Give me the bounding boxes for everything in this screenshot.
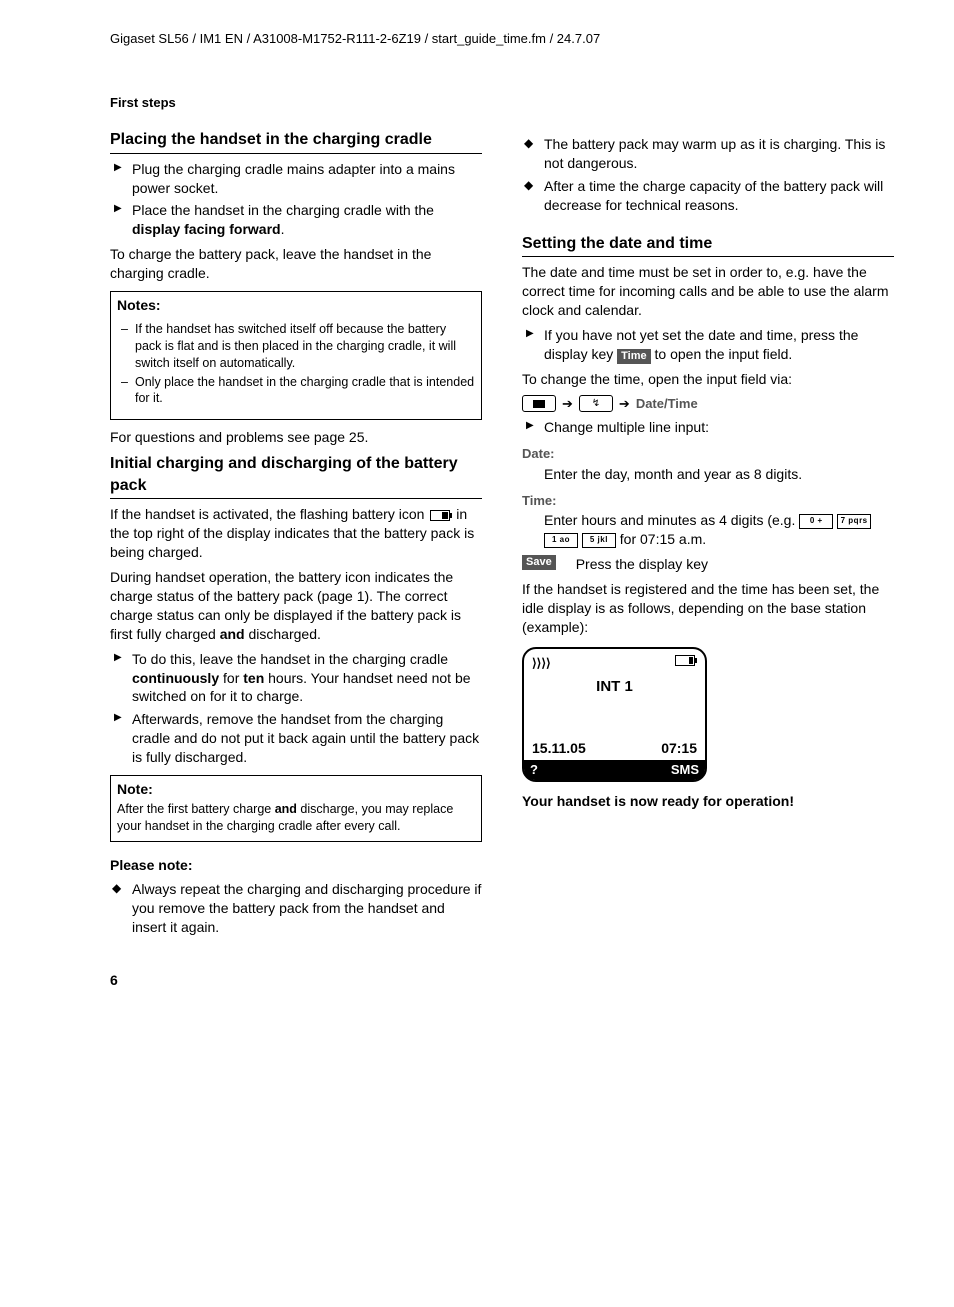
softkey-right: SMS [671,761,699,779]
keycap-1: 1 ao [544,533,578,548]
heading-setting-date-time: Setting the date and time [522,233,894,258]
arrow-icon: ➔ [562,395,573,413]
paragraph: During handset operation, the battery ic… [110,568,482,644]
list-item: To do this, leave the handset in the cha… [110,650,482,707]
phone-date: 15.11.05 [532,739,586,758]
heading-placing: Placing the handset in the charging crad… [110,129,482,154]
paragraph: To change the time, open the input field… [522,370,894,389]
paragraph: For questions and problems see page 25. [110,428,482,447]
date-field-desc: Enter the day, month and year as 8 digit… [544,465,894,484]
page-number: 6 [110,971,894,990]
note-body: After the first battery charge and disch… [117,801,475,835]
heading-initial-charging: Initial charging and discharging of the … [110,453,482,499]
note-item: Only place the handset in the charging c… [117,374,475,408]
softkey-left: ? [530,761,538,779]
keycap-7: 7 pqrs [837,514,871,529]
phone-display-example: ⟩⟩⟩⟩ INT 1 15.11.05 07:15 ? SMS [522,647,707,782]
list-item: Always repeat the charging and dischargi… [110,880,482,937]
list-item: The battery pack may warm up as it is ch… [522,135,894,173]
please-note-heading: Please note: [110,856,482,875]
ready-message: Your handset is now ready for operation! [522,792,894,811]
notes-box: Notes: If the handset has switched itsel… [110,291,482,420]
list-item: Plug the charging cradle mains adapter i… [110,160,482,198]
list-item: After a time the charge capacity of the … [522,177,894,215]
left-column: Placing the handset in the charging crad… [110,129,482,943]
arrow-icon: ➔ [619,395,630,413]
phone-time: 07:15 [661,739,697,758]
keycap-0: 0 + [799,514,833,529]
list-item: If you have not yet set the date and tim… [522,326,894,364]
battery-icon [675,655,695,666]
save-display-key: Save [522,555,556,570]
note-box: Note: After the first battery charge and… [110,775,482,842]
signal-icon: ⟩⟩⟩⟩ [532,655,551,671]
list-item: Change multiple line input: [522,418,894,437]
right-column: The battery pack may warm up as it is ch… [522,129,894,943]
section-label: First steps [110,94,894,112]
paragraph: If the handset is registered and the tim… [522,580,894,637]
battery-icon [430,510,450,521]
save-desc: Press the display key [576,555,708,574]
keycap-5: 5 jkl [582,533,616,548]
paragraph: To charge the battery pack, leave the ha… [110,245,482,283]
list-item: Place the handset in the charging cradle… [110,201,482,239]
breadcrumb-end: Date/Time [636,395,698,413]
paragraph: If the handset is activated, the flashin… [110,505,482,562]
time-field-desc: Enter hours and minutes as 4 digits (e.g… [544,511,894,549]
menu-path: ➔ ↯ ➔ Date/Time [522,395,894,413]
list-item: Afterwards, remove the handset from the … [110,710,482,767]
time-display-key: Time [617,349,650,364]
menu-key-icon [522,395,556,412]
note-item: If the handset has switched itself off b… [117,321,475,372]
paragraph: The date and time must be set in order t… [522,263,894,320]
notes-title: Notes: [117,296,475,315]
header-path: Gigaset SL56 / IM1 EN / A31008-M1752-R11… [110,30,894,54]
time-field-label: Time: [522,492,894,510]
phone-title: INT 1 [532,677,697,697]
date-field-label: Date: [522,445,894,463]
note-title: Note: [117,780,475,799]
settings-icon: ↯ [579,395,613,412]
